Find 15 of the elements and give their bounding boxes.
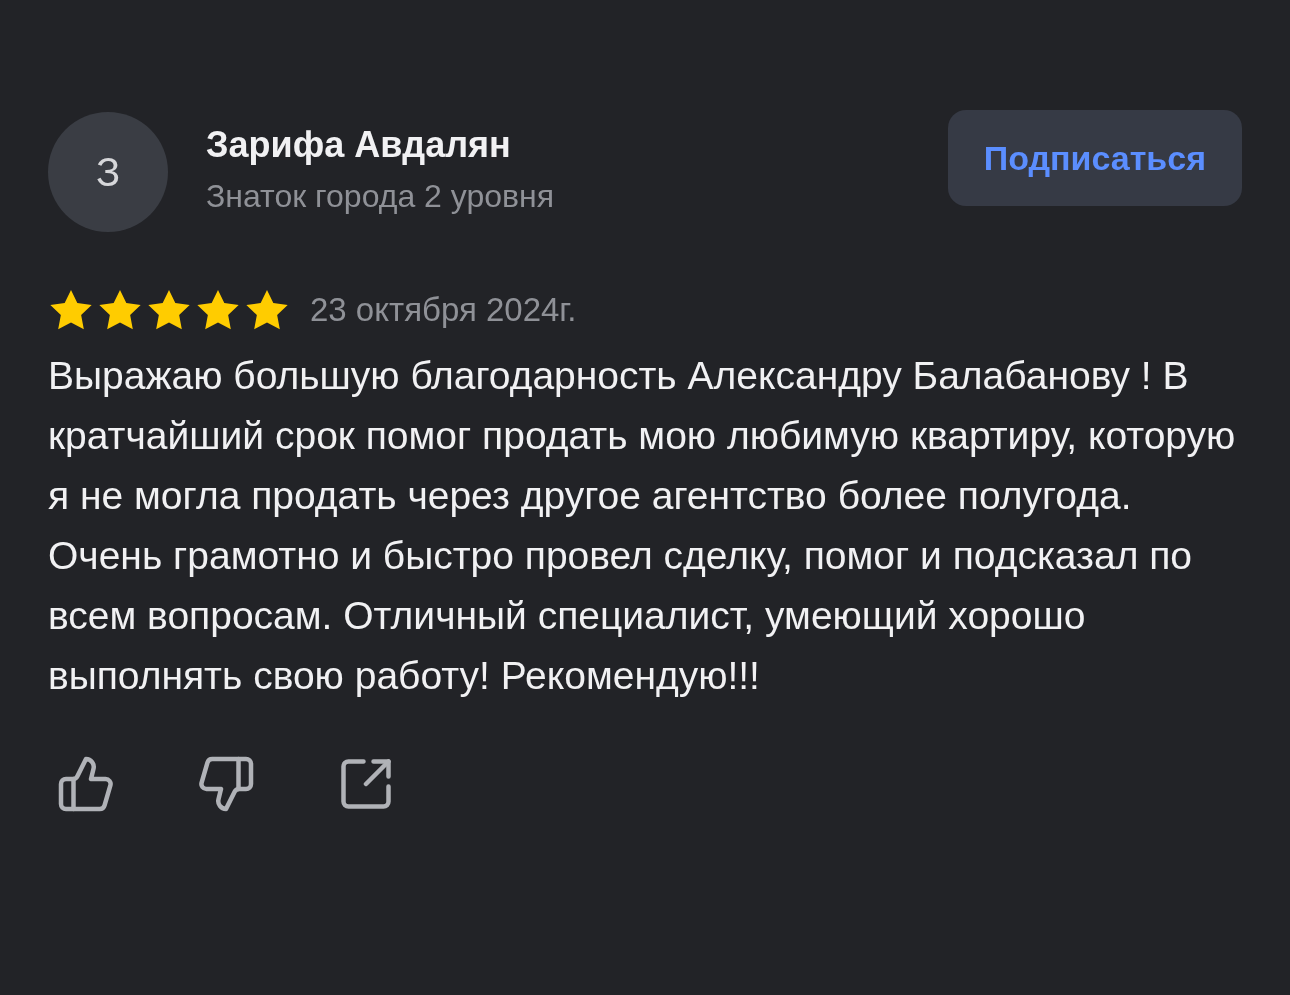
review-date: 23 октября 2024г. [310,291,577,329]
star-icon [244,288,290,332]
subscribe-button[interactable]: Подписаться [947,110,1242,206]
thumbs-down-icon [196,754,256,814]
author-level: Знаток города 2 уровня [206,178,555,215]
star-icon [195,288,241,332]
avatar[interactable]: З [48,112,168,232]
star-icon [146,288,192,332]
thumbs-down-icon-button[interactable] [196,754,256,814]
thumbs-up-icon [56,754,116,814]
review-text: Выражаю большую благодарность Александру Балабанову ! В кратчайший срок помог продать мою любимую квартиру, которую я не могла продать через другое агентство более полугода. Очень грамотно и быстро провел сделку, помог и подсказал по всем вопросам. Отличный специалист, умеющий хорошо выполнять свою работу! Рекомендую!!! [48,353,1237,699]
author-name[interactable]: Зарифа Авдалян [206,124,948,166]
thumbs-up-icon-button[interactable] [56,754,116,814]
star-icon [48,288,94,332]
star-icon [97,288,143,332]
